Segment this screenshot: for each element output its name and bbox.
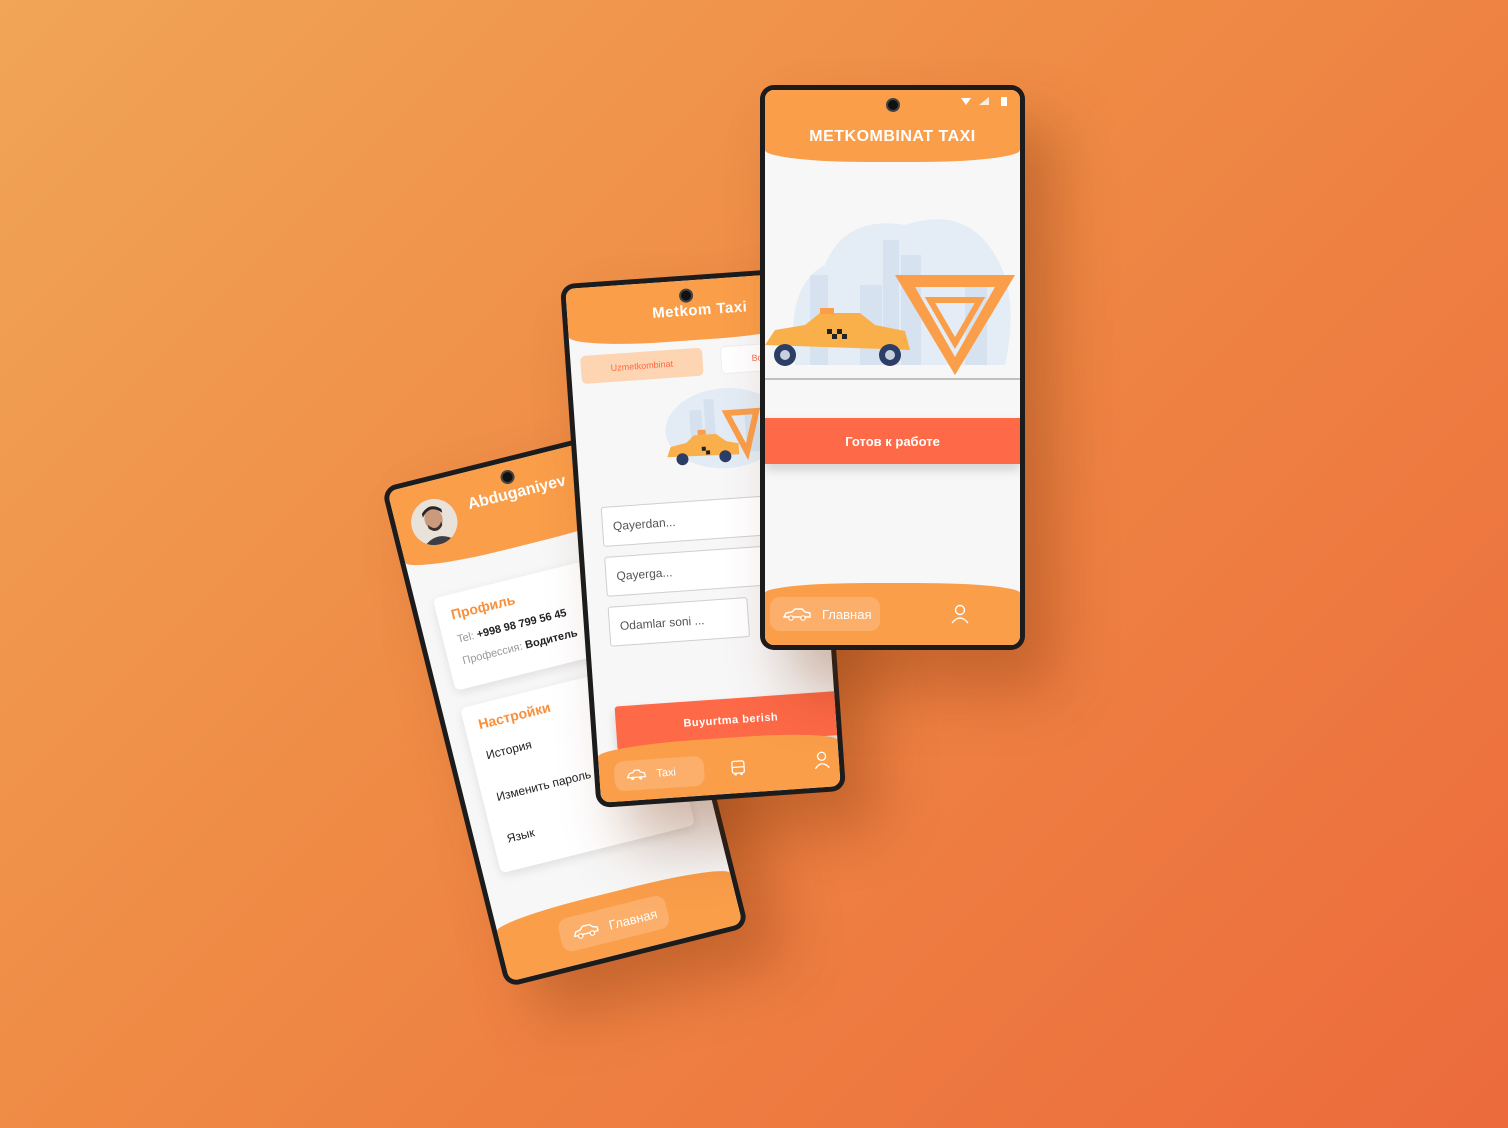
profession-label: Профессия: (461, 640, 524, 668)
profile-navbar: Главная (494, 863, 743, 982)
taxi-city-illustration (765, 165, 1020, 380)
ready-to-work-button[interactable]: Готов к работе (765, 418, 1020, 464)
wifi-icon (961, 98, 971, 105)
nav-home-label: Главная (607, 905, 659, 933)
driver-screen: METKOMBINAT TAXI Готов к работе Главная (765, 90, 1020, 645)
profession-value: Водитель (523, 626, 579, 652)
driver-navbar: Главная (765, 583, 1020, 645)
bus-icon[interactable] (729, 759, 748, 778)
user-icon[interactable] (813, 751, 830, 770)
user-icon[interactable] (950, 604, 970, 624)
front-camera (885, 98, 900, 112)
signal-icon (979, 97, 989, 105)
car-icon (626, 769, 647, 781)
nav-taxi-button[interactable]: Taxi (613, 755, 706, 792)
profile-heading: Профиль (449, 591, 517, 623)
settings-item-history[interactable]: История (485, 737, 534, 762)
tel-label: Tel: (456, 630, 476, 646)
settings-item-language[interactable]: Язык (505, 825, 536, 845)
car-icon (782, 608, 811, 621)
nav-home-button[interactable]: Главная (556, 893, 672, 954)
settings-heading: Настройки (476, 698, 553, 733)
settings-item-change-password[interactable]: Изменить пароль (495, 767, 592, 804)
nav-home-label: Главная (822, 606, 872, 622)
people-count-input[interactable]: Odamlar soni ... (607, 597, 751, 647)
driver-phone: METKOMBINAT TAXI Готов к работе Главная (760, 85, 1025, 650)
car-icon (573, 923, 599, 939)
from-input[interactable]: Qayerdan... (600, 495, 774, 547)
to-input[interactable]: Qayerga... (604, 545, 777, 597)
user-name: Abduganiyev (466, 472, 568, 514)
battery-icon (1001, 97, 1007, 106)
avatar[interactable] (406, 494, 463, 551)
driver-title: METKOMBINAT TAXI (809, 128, 976, 145)
nav-home-button[interactable]: Главная (770, 597, 880, 631)
tab-uzmetkombinat[interactable]: Uzmetkombinat (580, 347, 704, 385)
order-title: Metkom Taxi (651, 298, 748, 322)
nav-taxi-label: Taxi (655, 766, 677, 780)
